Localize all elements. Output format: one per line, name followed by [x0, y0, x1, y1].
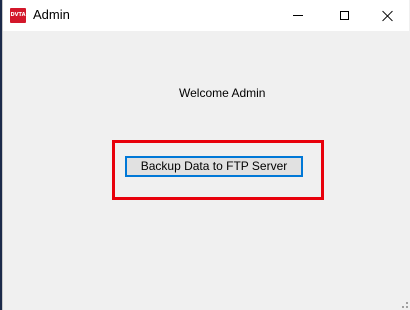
backup-to-ftp-button[interactable]: Backup Data to FTP Server: [125, 156, 303, 177]
app-logo-icon: DVTA: [10, 8, 26, 23]
admin-window: DVTA Admin Welcome Admin Backup Data to …: [2, 0, 410, 310]
resize-grip[interactable]: [398, 298, 408, 308]
minimize-icon: [293, 15, 303, 16]
maximize-button[interactable]: [321, 0, 367, 31]
title-bar[interactable]: DVTA Admin: [3, 0, 409, 31]
maximize-icon: [339, 11, 349, 20]
close-button[interactable]: [365, 0, 410, 31]
minimize-button[interactable]: [275, 0, 321, 31]
welcome-label: Welcome Admin: [179, 86, 266, 100]
close-icon: [382, 10, 394, 22]
window-title: Admin: [33, 7, 70, 22]
